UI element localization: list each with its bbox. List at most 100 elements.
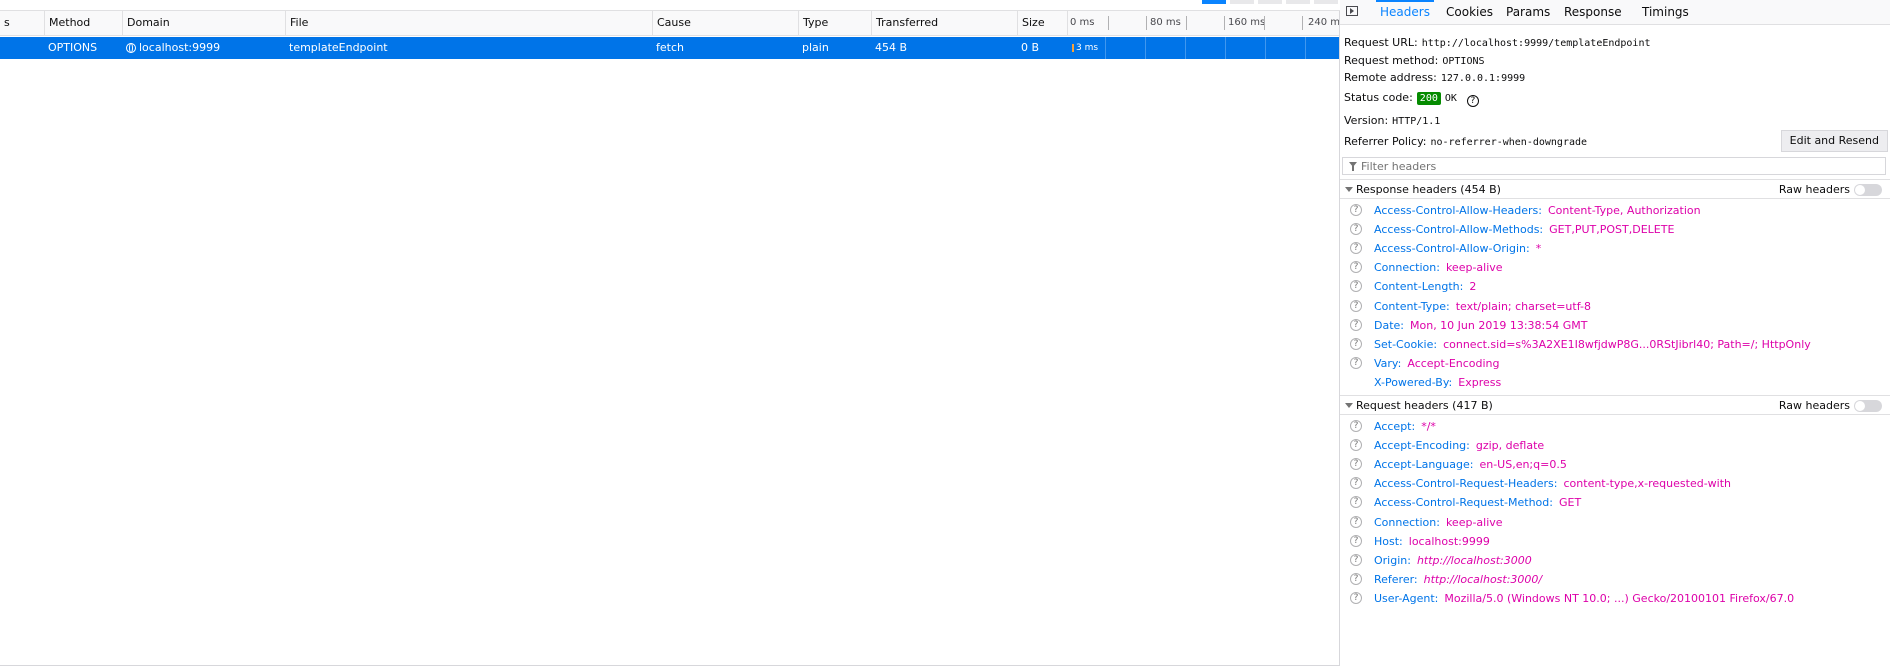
header-row[interactable]: ? Access-Control-Request-Headers: content-… xyxy=(1340,474,1890,493)
help-icon[interactable]: ? xyxy=(1350,439,1362,452)
help-icon[interactable]: ? xyxy=(1350,223,1362,236)
help-icon[interactable]: ? xyxy=(1350,591,1362,604)
help-icon[interactable]: ? xyxy=(1350,458,1362,471)
column-method[interactable]: Method xyxy=(44,11,122,35)
waterfall-tick: 160 ms xyxy=(1228,17,1266,28)
header-name: Access-Control-Request-Method: xyxy=(1374,496,1553,510)
column-type[interactable]: Type xyxy=(798,11,871,35)
header-row[interactable]: ? Access-Control-Allow-Headers: Content-Ty… xyxy=(1340,201,1890,220)
header-row[interactable]: ? Content-Type: text/plain; charset=utf-8 xyxy=(1340,297,1890,316)
toolbar-button[interactable] xyxy=(1286,0,1310,4)
header-row[interactable]: ? Vary: Accept-Encoding xyxy=(1340,354,1890,373)
header-name: Access-Control-Allow-Origin: xyxy=(1374,242,1530,256)
waterfall-gridline xyxy=(1145,37,1146,59)
chevron-down-icon[interactable] xyxy=(1345,403,1353,408)
header-value: Express xyxy=(1458,375,1502,389)
column-transferred[interactable]: Transferred xyxy=(871,11,1017,35)
header-value: gzip, deflate xyxy=(1475,439,1545,453)
toolbar-button[interactable] xyxy=(1202,0,1226,4)
help-icon[interactable]: ? xyxy=(1350,280,1362,293)
header-row[interactable]: ? Origin: http://localhost:3000 xyxy=(1340,551,1890,570)
column-file[interactable]: File xyxy=(285,11,652,35)
header-row[interactable]: ? Host: localhost:9999 xyxy=(1340,532,1890,551)
help-icon[interactable]: ? xyxy=(1350,572,1362,585)
header-value: keep-alive xyxy=(1445,515,1503,529)
help-icon[interactable]: ? xyxy=(1350,242,1362,255)
help-icon[interactable]: ? xyxy=(1350,477,1362,490)
header-row[interactable]: ? Set-Cookie: connect.sid=s%3A2XE1I8wfjdwP… xyxy=(1340,335,1890,354)
header-row[interactable]: X-Powered-By: Express xyxy=(1340,373,1890,392)
help-icon[interactable]: ? xyxy=(1466,95,1479,107)
remote-address-line: Remote address: 127.0.0.1:9999 xyxy=(1344,71,1525,84)
tab-params[interactable]: Params xyxy=(1502,0,1554,24)
header-row[interactable]: ? Referer: http://localhost:3000/ xyxy=(1340,570,1890,589)
tab-headers[interactable]: Headers xyxy=(1376,0,1434,26)
help-icon[interactable]: ? xyxy=(1350,318,1362,331)
remote-address-value: 127.0.0.1:9999 xyxy=(1440,73,1526,84)
request-list-header: s Method Domain File Cause Type Transfer… xyxy=(0,11,1339,36)
waterfall-gridline xyxy=(1224,16,1225,30)
header-value: Content-Type, Authorization xyxy=(1547,204,1701,217)
header-row[interactable]: ? Connection: keep-alive xyxy=(1340,513,1890,532)
tab-cookies[interactable]: Cookies xyxy=(1442,0,1497,24)
request-row[interactable]: OPTIONS localhost:9999 templateEndpoint … xyxy=(0,37,1339,59)
request-headers-section-header[interactable]: Request headers (417 B) Raw headers xyxy=(1340,395,1890,415)
header-row[interactable]: ? User-Agent: Mozilla/5.0 (Windows NT 10.0… xyxy=(1340,589,1890,608)
help-icon[interactable]: ? xyxy=(1350,496,1362,509)
waterfall-bar xyxy=(1072,44,1074,52)
request-method-value: OPTIONS xyxy=(1442,56,1485,67)
remote-address-label: Remote address: xyxy=(1344,71,1437,84)
waterfall-tick: 240 ms xyxy=(1308,17,1339,28)
status-code-label: Status code: xyxy=(1344,91,1413,104)
help-icon[interactable]: ? xyxy=(1350,553,1362,566)
response-headers-title: Response headers (454 B) xyxy=(1356,183,1501,196)
header-row[interactable]: ? Accept-Encoding: gzip, deflate xyxy=(1340,436,1890,455)
edit-and-resend-button[interactable]: Edit and Resend xyxy=(1780,130,1888,152)
header-value: content-type,x-requested-with xyxy=(1563,477,1732,491)
header-entry: Vary: Accept-Encoding xyxy=(1374,354,1500,373)
filter-icon xyxy=(1349,162,1357,171)
tab-response[interactable]: Response xyxy=(1560,0,1626,24)
toggle-sidebar-icon[interactable] xyxy=(1346,6,1358,16)
header-value: en-US,en;q=0.5 xyxy=(1479,458,1567,472)
header-row[interactable]: ? Accept-Language: en-US,en;q=0.5 xyxy=(1340,455,1890,474)
header-row[interactable]: ? Accept: */* xyxy=(1340,417,1890,436)
tab-timings[interactable]: Timings xyxy=(1638,0,1693,24)
help-icon[interactable]: ? xyxy=(1350,515,1362,528)
raw-headers-toggle[interactable] xyxy=(1854,400,1882,412)
header-value: GET,PUT,POST,DELETE xyxy=(1549,223,1675,237)
help-icon[interactable]: ? xyxy=(1350,420,1362,432)
header-row[interactable]: ? Access-Control-Allow-Methods: GET,PUT,PO… xyxy=(1340,220,1890,239)
raw-headers-toggle[interactable] xyxy=(1854,184,1882,196)
header-row[interactable]: ? Date: Mon, 10 Jun 2019 13:38:54 GMT xyxy=(1340,316,1890,335)
column-size[interactable]: Size xyxy=(1017,11,1067,35)
header-row[interactable]: ? Connection: keep-alive xyxy=(1340,258,1890,277)
column-cause[interactable]: Cause xyxy=(652,11,798,35)
help-icon[interactable]: ? xyxy=(1350,204,1362,216)
column-domain[interactable]: Domain xyxy=(122,11,285,35)
response-headers-section-header[interactable]: Response headers (454 B) Raw headers xyxy=(1340,179,1890,199)
header-row[interactable]: ? Access-Control-Request-Method: GET xyxy=(1340,493,1890,512)
request-url-label: Request URL: xyxy=(1344,36,1418,49)
help-icon[interactable]: ? xyxy=(1350,356,1362,369)
help-icon[interactable]: ? xyxy=(1350,261,1362,274)
header-value: 2 xyxy=(1469,280,1477,294)
header-name: Origin: xyxy=(1374,553,1411,567)
header-name: Access-Control-Allow-Methods: xyxy=(1374,223,1544,237)
column-waterfall[interactable]: 0 ms 80 ms 160 ms 240 ms xyxy=(1067,11,1339,35)
request-details-panel: Headers Cookies Params Response Timings … xyxy=(1340,0,1890,666)
header-row[interactable]: ? Content-Length: 2 xyxy=(1340,277,1890,296)
header-entry: Set-Cookie: connect.sid=s%3A2XE1I8wfjdwP8… xyxy=(1374,335,1811,354)
toolbar-button[interactable] xyxy=(1230,0,1254,4)
filter-headers-input[interactable] xyxy=(1361,159,1861,173)
toolbar-button[interactable] xyxy=(1314,0,1338,4)
help-icon[interactable]: ? xyxy=(1350,337,1362,350)
toolbar-button[interactable] xyxy=(1258,0,1282,4)
header-row[interactable]: ? Access-Control-Allow-Origin: * xyxy=(1340,239,1890,258)
column-status[interactable]: s xyxy=(0,11,44,35)
header-name: User-Agent: xyxy=(1374,591,1439,605)
waterfall-gridline xyxy=(1305,37,1306,59)
help-icon[interactable]: ? xyxy=(1350,299,1362,312)
chevron-down-icon[interactable] xyxy=(1345,187,1353,192)
help-icon[interactable]: ? xyxy=(1350,534,1362,547)
